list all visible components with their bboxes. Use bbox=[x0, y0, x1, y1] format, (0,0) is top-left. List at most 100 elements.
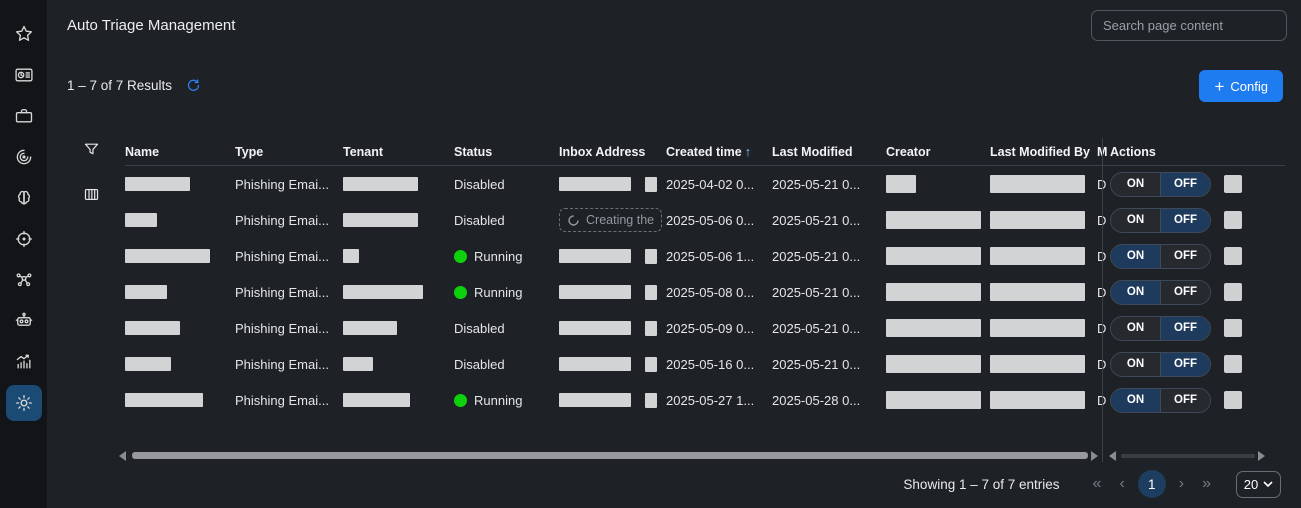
status-label: Disabled bbox=[454, 357, 505, 372]
sidebar-item-detection[interactable] bbox=[6, 221, 42, 257]
toggle-off[interactable]: OFF bbox=[1160, 353, 1210, 376]
dashboard-clock-icon bbox=[14, 65, 34, 85]
table-row[interactable]: Phishing Emai... Running 2025-05-08 0...… bbox=[125, 274, 1285, 310]
toggle-off[interactable]: OFF bbox=[1160, 209, 1210, 232]
redacted-tenant bbox=[343, 357, 373, 371]
pagination-next-button[interactable]: › bbox=[1170, 475, 1193, 493]
pinned-scroll-right-arrow[interactable] bbox=[1258, 451, 1265, 461]
redacted-action-button[interactable] bbox=[1224, 391, 1242, 409]
cell-tenant bbox=[343, 285, 454, 299]
inbox-creating-chip: Creating the bbox=[559, 208, 662, 232]
redacted-action-button[interactable] bbox=[1224, 247, 1242, 265]
cell-creator bbox=[886, 355, 990, 373]
on-off-toggle[interactable]: ON OFF bbox=[1110, 244, 1211, 269]
cell-status: Disabled bbox=[454, 321, 559, 336]
redacted-name bbox=[125, 213, 157, 227]
sidebar-item-radar[interactable] bbox=[6, 139, 42, 175]
sidebar-item-intelligence[interactable] bbox=[6, 180, 42, 216]
config-button[interactable]: + Config bbox=[1199, 70, 1283, 102]
toggle-on[interactable]: ON bbox=[1111, 209, 1160, 232]
network-icon bbox=[14, 270, 34, 290]
sort-ascending-icon: ↑ bbox=[745, 145, 751, 159]
pagination-prev-button[interactable]: ‹ bbox=[1110, 475, 1133, 493]
table-row[interactable]: Phishing Emai... Disabled 2025-05-09 0..… bbox=[125, 310, 1285, 346]
column-header-type[interactable]: Type bbox=[235, 145, 343, 159]
toggle-off[interactable]: OFF bbox=[1160, 281, 1210, 304]
table-row[interactable]: Phishing Emai... Running 2025-05-06 1...… bbox=[125, 238, 1285, 274]
redacted-action-button[interactable] bbox=[1224, 319, 1242, 337]
scrollbar-thumb[interactable] bbox=[132, 452, 1088, 459]
cell-last-modified-by bbox=[990, 319, 1097, 337]
column-header-inbox-address[interactable]: Inbox Address bbox=[559, 145, 666, 159]
toggle-off[interactable]: OFF bbox=[1160, 317, 1210, 340]
toggle-on[interactable]: ON bbox=[1111, 173, 1160, 196]
refresh-button[interactable] bbox=[186, 78, 201, 93]
toggle-off[interactable]: OFF bbox=[1160, 245, 1210, 268]
toggle-off[interactable]: OFF bbox=[1160, 173, 1210, 196]
column-header-m[interactable]: M bbox=[1097, 145, 1110, 159]
on-off-toggle[interactable]: ON OFF bbox=[1110, 352, 1211, 377]
table-row[interactable]: Phishing Emai... Disabled 2025-04-02 0..… bbox=[125, 166, 1285, 202]
toggle-on[interactable]: ON bbox=[1111, 317, 1160, 340]
table-row[interactable]: Phishing Emai... Disabled Creating the 2… bbox=[125, 202, 1285, 238]
redacted-creator bbox=[886, 283, 981, 301]
column-header-status[interactable]: Status bbox=[454, 145, 559, 159]
sidebar-item-settings[interactable] bbox=[6, 385, 42, 421]
on-off-toggle[interactable]: ON OFF bbox=[1110, 388, 1211, 413]
sidebar-item-analytics[interactable] bbox=[6, 344, 42, 380]
search-input[interactable] bbox=[1092, 18, 1285, 33]
analytics-chart-icon bbox=[14, 352, 34, 372]
redacted-action-button[interactable] bbox=[1224, 355, 1242, 373]
sidebar-item-dashboard[interactable] bbox=[6, 57, 42, 93]
redacted-inbox-address bbox=[559, 285, 631, 299]
pinned-scroll-left-arrow[interactable] bbox=[1109, 451, 1116, 461]
toggle-on[interactable]: ON bbox=[1111, 389, 1160, 412]
page-size-select[interactable]: 20 bbox=[1236, 471, 1281, 498]
redacted-creator bbox=[886, 355, 981, 373]
redacted-creator bbox=[886, 211, 981, 229]
cell-last-modified: 2025-05-21 0... bbox=[772, 213, 886, 228]
pinned-scrollbar-track[interactable] bbox=[1121, 454, 1255, 458]
column-header-created-time[interactable]: Created time↑ bbox=[666, 145, 772, 159]
table-row[interactable]: Phishing Emai... Running 2025-05-27 1...… bbox=[125, 382, 1285, 418]
cell-creator bbox=[886, 247, 990, 265]
column-header-tenant[interactable]: Tenant bbox=[343, 145, 454, 159]
cell-type: Phishing Emai... bbox=[235, 393, 343, 408]
filter-button[interactable] bbox=[83, 141, 100, 163]
cell-last-modified: 2025-05-21 0... bbox=[772, 177, 886, 192]
scroll-right-arrow[interactable] bbox=[1091, 451, 1098, 461]
on-off-toggle[interactable]: ON OFF bbox=[1110, 208, 1211, 233]
toggle-off[interactable]: OFF bbox=[1160, 389, 1210, 412]
column-header-creator[interactable]: Creator bbox=[886, 145, 990, 159]
toggle-on[interactable]: ON bbox=[1111, 281, 1160, 304]
cell-status: Running bbox=[454, 285, 559, 300]
scroll-left-arrow[interactable] bbox=[119, 451, 126, 461]
cell-created-time: 2025-05-27 1... bbox=[666, 393, 772, 408]
redacted-action-button[interactable] bbox=[1224, 283, 1242, 301]
pagination-current-page[interactable]: 1 bbox=[1138, 470, 1166, 498]
sidebar-item-cases[interactable] bbox=[6, 98, 42, 134]
on-off-toggle[interactable]: ON OFF bbox=[1110, 280, 1211, 305]
robot-icon bbox=[14, 311, 34, 331]
redacted-action-button[interactable] bbox=[1224, 175, 1242, 193]
table-row[interactable]: Phishing Emai... Disabled 2025-05-16 0..… bbox=[125, 346, 1285, 382]
cell-type: Phishing Emai... bbox=[235, 213, 343, 228]
column-header-actions[interactable]: Actions bbox=[1110, 145, 1285, 159]
column-header-name[interactable]: Name bbox=[125, 145, 235, 159]
redacted-action-button[interactable] bbox=[1224, 211, 1242, 229]
pagination-first-button[interactable]: « bbox=[1084, 475, 1111, 493]
redacted-tenant bbox=[343, 249, 359, 263]
sidebar-item-workflows[interactable] bbox=[6, 262, 42, 298]
sidebar-item-automation[interactable] bbox=[6, 303, 42, 339]
sidebar bbox=[0, 0, 47, 508]
column-settings-button[interactable] bbox=[83, 186, 100, 208]
column-header-last-modified-by[interactable]: Last Modified By bbox=[990, 145, 1097, 159]
toggle-on[interactable]: ON bbox=[1111, 245, 1160, 268]
cell-tenant bbox=[343, 249, 454, 263]
on-off-toggle[interactable]: ON OFF bbox=[1110, 316, 1211, 341]
toggle-on[interactable]: ON bbox=[1111, 353, 1160, 376]
sidebar-item-favorites[interactable] bbox=[6, 16, 42, 52]
column-header-last-modified[interactable]: Last Modified bbox=[772, 145, 886, 159]
on-off-toggle[interactable]: ON OFF bbox=[1110, 172, 1211, 197]
pagination-last-button[interactable]: » bbox=[1193, 475, 1220, 493]
